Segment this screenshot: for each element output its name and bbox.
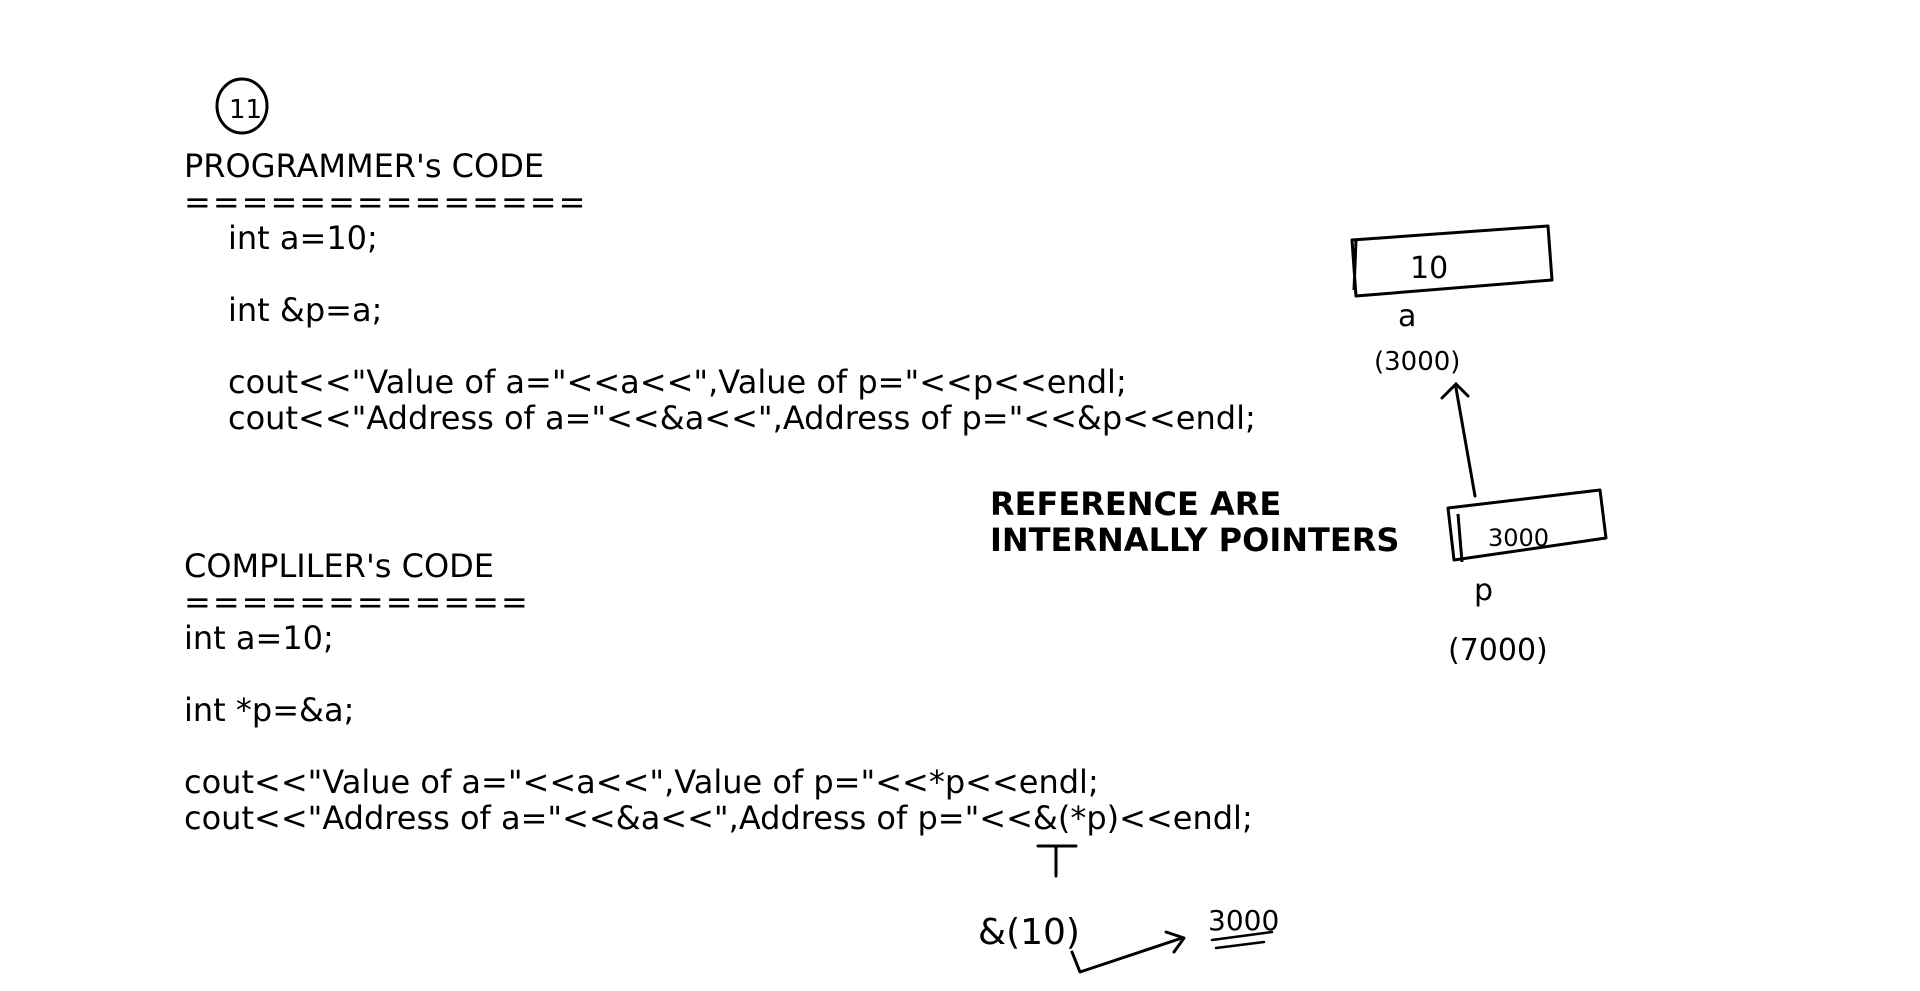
compiler-line-2: int *p=&a; [184,691,355,729]
programmer-separator: ============== [184,183,588,221]
box-a-value: 10 [1410,251,1448,286]
compiler-separator: ============ [184,583,530,621]
pointer-arrow [1440,381,1477,498]
result-arrow [1070,930,1186,974]
note-number: 11 [229,95,262,125]
compiler-line-1: int a=10; [184,619,334,657]
compiler-line-3: cout<<"Value of a="<<a<<",Value of p="<<… [184,763,1099,801]
callout-line-2: INTERNALLY POINTERS [990,521,1400,559]
box-a [1350,224,1554,298]
result-value: 3000 [1208,904,1279,937]
programmer-heading: PROGRAMMER's CODE [184,147,545,185]
callout-line-1: REFERENCE ARE [990,485,1282,523]
programmer-line-2: int &p=a; [228,291,383,329]
addr-a: (3000) [1374,347,1460,377]
label-p: p [1474,573,1493,608]
result-underline [1210,930,1274,950]
programmer-line-1: int a=10; [228,219,378,257]
programmer-line-4: cout<<"Address of a="<<&a<<",Address of … [228,399,1256,437]
deref-value: &(10) [978,912,1080,953]
compiler-line-4: cout<<"Address of a="<<&a<<",Address of … [184,799,1253,837]
deref-underline [1036,844,1078,878]
programmer-line-3: cout<<"Value of a="<<a<<",Value of p="<<… [228,363,1127,401]
note-number-circle [215,77,269,135]
compiler-heading: COMPLILER's CODE [184,547,495,585]
addr-p: (7000) [1448,633,1548,668]
box-p [1446,488,1608,563]
box-p-value: 3000 [1488,524,1549,552]
label-a: a [1398,299,1416,334]
